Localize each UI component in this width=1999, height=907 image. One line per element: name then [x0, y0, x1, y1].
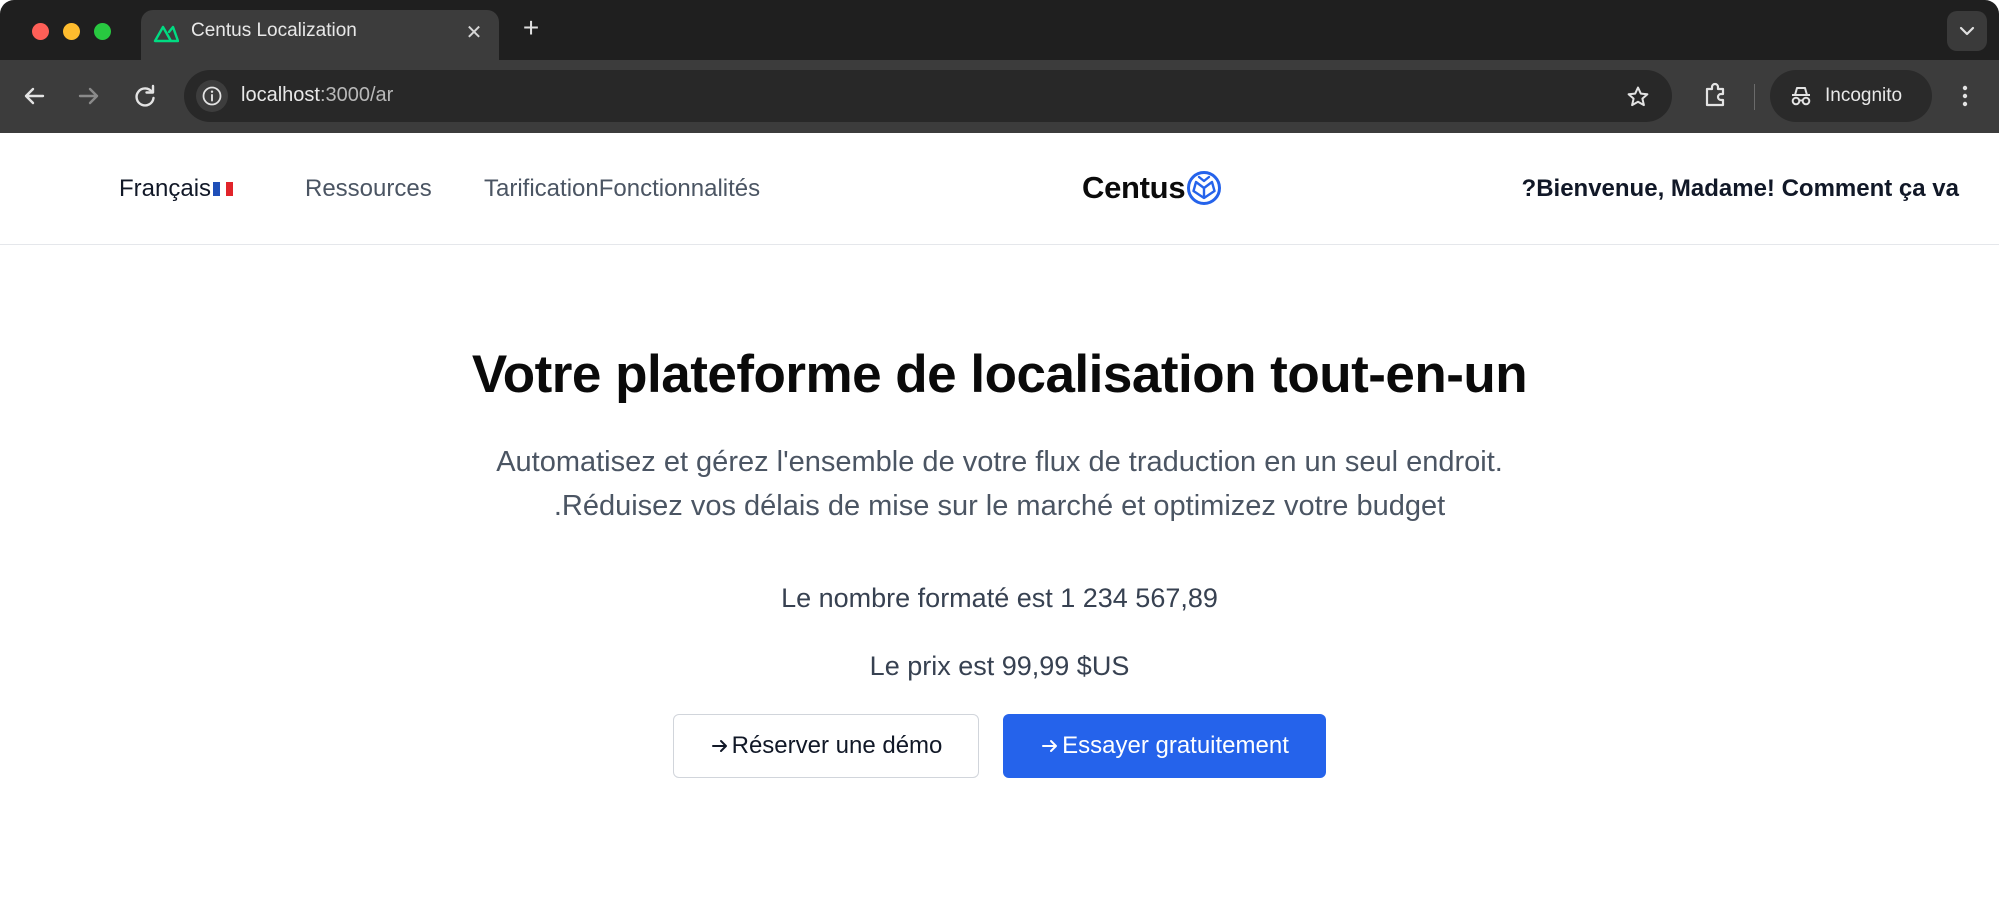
free-trial-button[interactable]: Essayer gratuitement — [1003, 714, 1326, 778]
hero-subtitle-line2: .Réduisez vos délais de mise sur le marc… — [553, 490, 1446, 522]
book-demo-label: Réserver une démo — [731, 732, 943, 759]
close-icon[interactable]: ✕ — [463, 22, 485, 44]
tab-search-button[interactable] — [1947, 11, 1987, 51]
nav-link-ressources[interactable]: Ressources — [305, 175, 432, 203]
close-window-button[interactable] — [32, 23, 49, 40]
back-arrow-icon[interactable] — [16, 78, 52, 114]
url-host: localhost — [241, 84, 320, 106]
forward-arrow-icon[interactable] — [71, 78, 107, 114]
info-icon — [202, 86, 222, 106]
arrow-right-icon — [1042, 740, 1058, 752]
browser-window: Centus Localization ✕ + localhost:3000/a… — [0, 0, 1999, 907]
incognito-icon — [1791, 87, 1811, 106]
arrow-right-icon — [711, 740, 727, 752]
incognito-button[interactable]: Incognito — [1770, 70, 1932, 122]
price-text: Le prix est 99,99 $US — [869, 651, 1130, 681]
french-flag-icon — [213, 182, 234, 196]
star-icon[interactable] — [1624, 83, 1652, 111]
site-header: Français Ressources TarificationFonction… — [0, 133, 1999, 245]
nav-link-tarification-fonctionnalites[interactable]: TarificationFonctionnalités — [484, 175, 760, 203]
centus-logo-icon — [1187, 171, 1222, 205]
tab-title: Centus Localization — [191, 20, 357, 41]
greeting-text: ?Bienvenue, Madame! Comment ça va — [1521, 175, 1959, 202]
toolbar-divider — [1754, 84, 1755, 110]
chevron-down-icon — [1959, 26, 1975, 36]
free-trial-label: Essayer gratuitement — [1062, 732, 1289, 759]
minimize-window-button[interactable] — [63, 23, 80, 40]
kebab-menu-icon[interactable] — [1950, 78, 1980, 114]
incognito-label: Incognito — [1825, 85, 1903, 106]
maximize-window-button[interactable] — [94, 23, 111, 40]
brand-name: Centus — [1082, 170, 1186, 205]
browser-toolbar: localhost:3000/ar Incognito — [0, 60, 1999, 133]
hero-subtitle-line1: Automatisez et gérez l'ensemble de votre… — [496, 446, 1503, 478]
site-info-button[interactable] — [196, 80, 228, 112]
language-label: Français — [119, 175, 212, 202]
plus-icon[interactable]: + — [516, 13, 546, 43]
nuxt-icon — [153, 25, 179, 43]
tab-centus-localization[interactable]: Centus Localization ✕ — [141, 10, 499, 60]
url-path: :3000/ar — [319, 84, 394, 106]
hero-title: Votre plateforme de localisation tout-en… — [471, 345, 1528, 404]
formatted-number-text: Le nombre formaté est 1 234 567,89 — [781, 583, 1218, 613]
reload-icon[interactable] — [127, 78, 163, 114]
tab-strip: Centus Localization ✕ + — [0, 0, 1999, 60]
brand-logo[interactable]: Centus — [1082, 169, 1223, 207]
language-selector[interactable]: Français — [119, 175, 234, 203]
extensions-icon[interactable] — [1698, 78, 1732, 112]
book-demo-button[interactable]: Réserver une démo — [673, 714, 979, 778]
address-bar[interactable]: localhost:3000/ar — [184, 70, 1672, 122]
url-text[interactable]: localhost:3000/ar — [241, 84, 393, 107]
